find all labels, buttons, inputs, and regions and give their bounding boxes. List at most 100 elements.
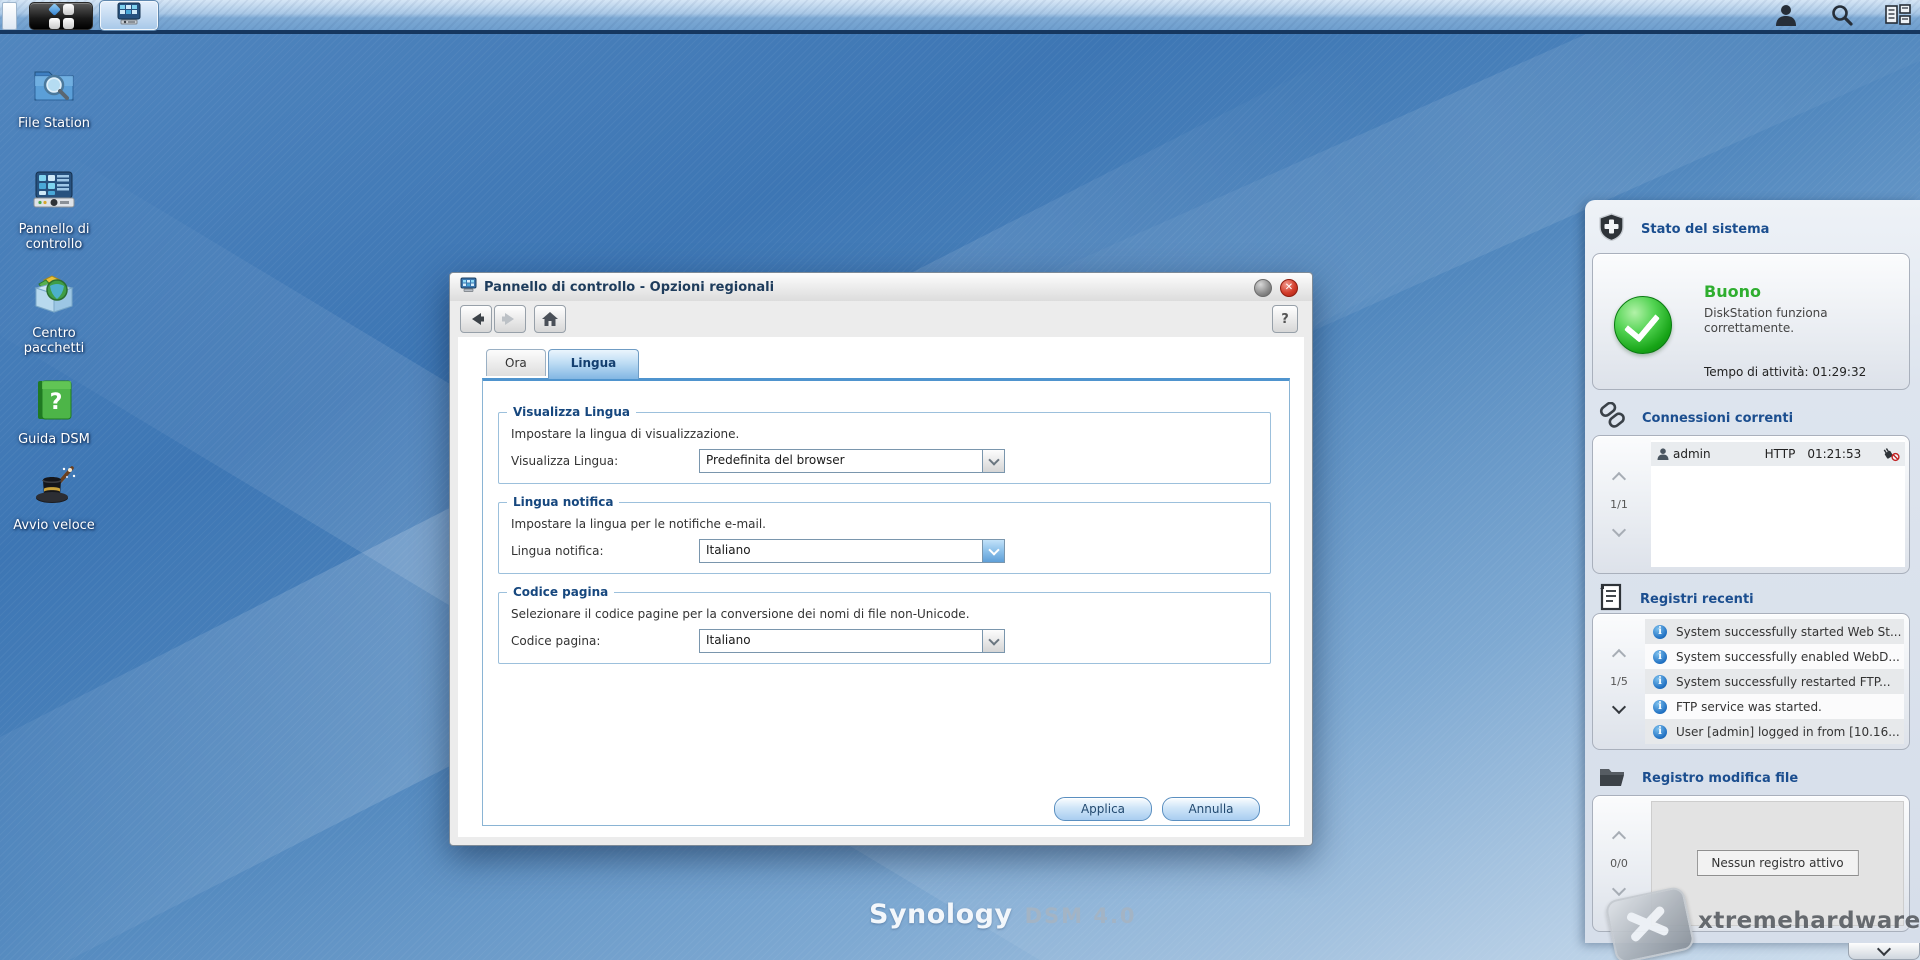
show-desktop-button[interactable]: [2, 2, 17, 30]
widget-panel: Stato del sistema Buono DiskStation funz…: [1585, 200, 1920, 943]
field-label: Lingua notifica:: [511, 544, 604, 558]
search-icon[interactable]: [1828, 2, 1856, 28]
connection-time: 01:21:53: [1807, 447, 1862, 461]
control-panel-icon: [460, 277, 477, 297]
widget-title: Registro modifica file: [1642, 770, 1799, 786]
close-button[interactable]: ✕: [1280, 279, 1298, 297]
package-center-icon: [30, 270, 78, 318]
user-icon[interactable]: [1772, 2, 1800, 28]
pager-up-icon[interactable]: [1611, 471, 1627, 487]
disconnect-icon[interactable]: [1882, 447, 1900, 465]
connections-header: Connessioni correnti: [1598, 401, 1794, 434]
log-row[interactable]: i System successfully started Web St...: [1645, 619, 1904, 644]
main-menu-grid-icon: [47, 2, 74, 29]
tab-ora[interactable]: Ora: [486, 349, 546, 376]
info-icon: i: [1653, 649, 1667, 664]
window-title: Pannello di controllo - Opzioni regional…: [484, 279, 775, 295]
pager-up-icon[interactable]: [1611, 830, 1627, 846]
display-language-select[interactable]: Predefinita del browser: [699, 449, 1005, 473]
pager-down-icon[interactable]: [1611, 881, 1627, 897]
dsm-help-icon: ?: [30, 376, 78, 424]
widget-title: Connessioni correnti: [1642, 410, 1794, 426]
file-log-empty-message: Nessun registro attivo: [1695, 849, 1860, 877]
pager-label: 0/0: [1610, 857, 1628, 870]
desktop-icon-quick-start[interactable]: Avvio veloce: [4, 462, 104, 533]
info-icon: i: [1653, 699, 1667, 714]
log-row[interactable]: i System successfully enabled WebD...: [1645, 644, 1904, 669]
main-menu-button[interactable]: [29, 2, 93, 30]
chevron-down-icon: [1876, 941, 1892, 957]
quick-start-icon: [30, 462, 78, 510]
log-row[interactable]: i User [admin] logged in from [10.16...: [1645, 719, 1904, 744]
codepage-select[interactable]: Italiano: [699, 629, 1005, 653]
taskbar: [0, 0, 1920, 34]
display-language-group: Visualizza Lingua Impostare la lingua di…: [498, 405, 1271, 484]
desktop: File Station Pannello di controllo Centr…: [0, 0, 1920, 960]
synology-logo-text: Synology: [869, 899, 1013, 930]
desktop-icon-file-station[interactable]: File Station: [4, 60, 104, 131]
widget-panel-collapse-button[interactable]: [1848, 941, 1920, 960]
group-legend: Visualizza Lingua: [507, 405, 636, 419]
desktop-icon-label: Pannello di controllo: [18, 222, 90, 252]
logs-list: i System successfully started Web St... …: [1645, 619, 1904, 744]
control-panel-window: Pannello di controllo - Opzioni regional…: [449, 272, 1313, 846]
group-legend: Codice pagina: [507, 585, 615, 599]
log-document-icon: [1598, 583, 1624, 615]
desktop-icon-package-center[interactable]: Centro pacchetti: [4, 270, 104, 356]
desktop-icon-label: Avvio veloce: [13, 518, 95, 533]
chevron-down-icon[interactable]: [982, 630, 1004, 652]
widget-title: Registri recenti: [1640, 591, 1754, 607]
status-text: Buono: [1704, 282, 1761, 301]
chevron-down-icon[interactable]: [982, 540, 1004, 562]
connection-row[interactable]: admin HTTP 01:21:53: [1651, 442, 1905, 466]
pager-label: 1/5: [1610, 675, 1628, 688]
recent-logs-box: 1/5 i System successfully started Web St…: [1592, 613, 1910, 750]
logs-pager: 1/5: [1593, 614, 1645, 749]
svg-text:?: ?: [50, 390, 63, 415]
shield-icon: [1598, 213, 1625, 245]
desktop-icon-control-panel[interactable]: Pannello di controllo: [4, 166, 104, 252]
widgets-panel-icon[interactable]: [1884, 2, 1912, 28]
connections-pager: 1/1: [1593, 436, 1645, 573]
xtremehardware-watermark: xtremehardware.com: [1698, 908, 1920, 934]
log-text: System successfully enabled WebD...: [1676, 649, 1900, 664]
tab-strip: Ora Lingua: [486, 349, 640, 379]
taskbar-control-panel-button[interactable]: [99, 0, 159, 31]
dsm-watermark: Synology DSM 4.0: [869, 899, 1137, 930]
apply-button[interactable]: Applica: [1054, 797, 1152, 821]
status-ok-icon: [1614, 296, 1672, 354]
dsm-version-text: DSM 4.0: [1024, 904, 1137, 928]
log-text: User [admin] logged in from [10.16...: [1676, 724, 1900, 739]
connection-protocol: HTTP: [1764, 447, 1796, 461]
tab-lingua[interactable]: Lingua: [547, 349, 640, 379]
group-description: Impostare la lingua di visualizzazione.: [511, 427, 740, 441]
info-icon: i: [1653, 724, 1667, 739]
connections-box: 1/1 admin HTTP 01:21:53: [1592, 435, 1910, 574]
control-panel-icon: [116, 2, 142, 30]
notification-language-select[interactable]: Italiano: [699, 539, 1005, 563]
pager-up-icon[interactable]: [1611, 648, 1627, 664]
desktop-icon-label: Guida DSM: [18, 432, 90, 447]
log-row[interactable]: i FTP service was started.: [1645, 694, 1904, 719]
status-description: DiskStation funziona correttamente.: [1704, 306, 1828, 335]
group-description: Impostare la lingua per le notifiche e-m…: [511, 517, 766, 531]
tab-content-panel: Visualizza Lingua Impostare la lingua di…: [482, 378, 1290, 826]
forward-button[interactable]: [494, 305, 526, 333]
log-text: FTP service was started.: [1676, 699, 1822, 714]
field-label: Codice pagina:: [511, 634, 601, 648]
window-titlebar[interactable]: Pannello di controllo - Opzioni regional…: [450, 273, 1312, 301]
log-row[interactable]: i System successfully restarted FTP...: [1645, 669, 1904, 694]
desktop-icon-label: File Station: [17, 116, 91, 131]
chevron-down-icon[interactable]: [982, 450, 1004, 472]
info-icon: i: [1653, 674, 1667, 689]
pager-down-icon[interactable]: [1611, 699, 1627, 715]
minimize-button[interactable]: [1254, 279, 1272, 297]
back-button[interactable]: [460, 305, 492, 333]
desktop-icon-dsm-help[interactable]: ? Guida DSM: [4, 376, 104, 447]
help-button[interactable]: ?: [1272, 305, 1298, 333]
log-text: System successfully restarted FTP...: [1676, 674, 1891, 689]
cancel-button[interactable]: Annulla: [1162, 797, 1260, 821]
home-button[interactable]: [534, 305, 566, 333]
pager-down-icon[interactable]: [1611, 522, 1627, 538]
control-panel-device-icon: [30, 166, 78, 214]
